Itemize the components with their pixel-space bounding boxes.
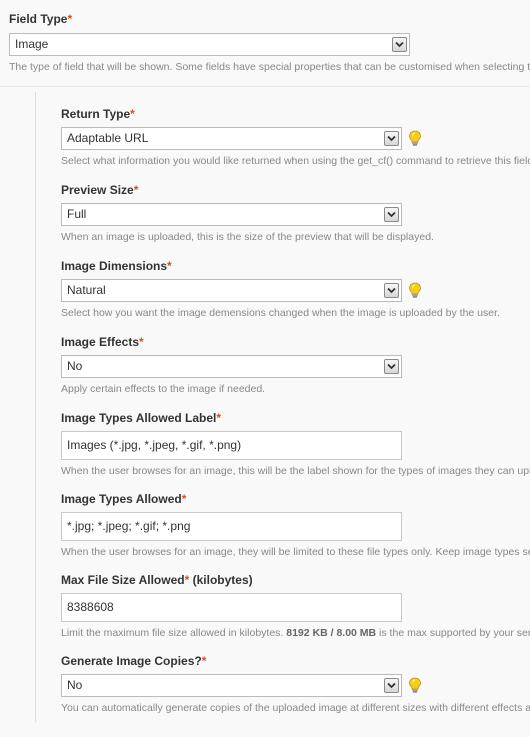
field-type-select-value: Image	[15, 37, 49, 51]
generate-image-copies-description: You can automatically generate copies of…	[61, 702, 530, 714]
return-type-select[interactable]: Adaptable URL	[61, 127, 402, 150]
image-types-allowed-description: When the user browses for an image, they…	[61, 546, 530, 558]
image-types-allowed-label-label: Image Types Allowed Label*	[61, 411, 530, 425]
required-mark: *	[181, 492, 187, 506]
chevron-down-icon[interactable]	[384, 359, 399, 374]
image-effects-label-text: Image Effects	[61, 335, 140, 349]
return-type-label-text: Return Type	[61, 107, 131, 121]
image-types-allowed-label-label-text: Image Types Allowed Label	[61, 411, 217, 425]
image-dimensions-description: Select how you want the image demensions…	[61, 307, 500, 319]
required-mark: *	[130, 107, 135, 121]
max-file-size-label-text: Max File Size Allowed	[61, 573, 185, 587]
field-type-label-text: Field Type	[9, 12, 68, 26]
required-mark: *	[167, 259, 172, 273]
generate-image-copies-select[interactable]: No	[61, 674, 402, 697]
image-field-settings: Return Type* Adaptable URL Select what i…	[35, 92, 530, 722]
image-types-allowed-label-text: Image Types Allowed	[61, 492, 182, 506]
max-file-size-field: Max File Size Allowed* (kilobytes) 83886…	[61, 573, 530, 639]
max-file-size-description-suffix: is the max supported by your server.	[379, 627, 530, 639]
image-types-allowed-label: Image Types Allowed*	[61, 492, 530, 506]
preview-size-select[interactable]: Full	[61, 203, 402, 226]
image-effects-select-value: No	[67, 359, 83, 373]
image-types-allowed-label-input[interactable]: Images (*.jpg, *.jpeg, *.gif, *.png)	[61, 431, 402, 460]
chevron-down-icon[interactable]	[384, 283, 399, 298]
field-type-description: The type of field that will be shown. So…	[9, 61, 530, 73]
field-type-section: Field Type* Image The type of field that…	[9, 12, 530, 73]
max-file-size-limit-value: 8192 KB / 8.00 MB	[286, 627, 377, 639]
max-file-size-description-text: Limit the maximum file size allowed in k…	[61, 627, 287, 639]
preview-size-description: When an image is uploaded, this is the s…	[61, 231, 434, 243]
field-type-select[interactable]: Image	[9, 33, 410, 56]
image-effects-field: Image Effects* No Apply certain effects …	[61, 335, 530, 395]
max-file-size-unit: (kilobytes)	[189, 573, 253, 587]
image-types-allowed-label-description: When the user browses for an image, this…	[61, 465, 530, 477]
image-dimensions-select[interactable]: Natural	[61, 279, 402, 302]
return-type-label: Return Type*	[61, 107, 530, 121]
chevron-down-icon[interactable]	[384, 678, 399, 693]
preview-size-label: Preview Size*	[61, 183, 530, 197]
required-mark: *	[139, 335, 144, 349]
max-file-size-input[interactable]: 8388608	[61, 593, 402, 622]
image-types-allowed-input[interactable]: *.jpg; *.jpeg; *.gif; *.png	[61, 512, 402, 541]
chevron-down-icon[interactable]	[384, 207, 399, 222]
image-dimensions-label-text: Image Dimensions	[61, 259, 168, 273]
lightbulb-icon[interactable]	[408, 282, 422, 299]
required-mark: *	[216, 411, 222, 425]
return-type-field: Return Type* Adaptable URL Select what i…	[61, 107, 530, 167]
image-dimensions-field: Image Dimensions* Natural Select how you…	[61, 259, 530, 319]
required-mark: *	[67, 12, 73, 26]
preview-size-field: Preview Size* Full When an image is uplo…	[61, 183, 530, 243]
generate-image-copies-label: Generate Image Copies?*	[61, 654, 530, 668]
image-dimensions-select-value: Natural	[67, 283, 106, 297]
image-dimensions-label: Image Dimensions*	[61, 259, 530, 273]
image-effects-select[interactable]: No	[61, 355, 402, 378]
image-effects-label: Image Effects*	[61, 335, 530, 349]
image-types-allowed-field: Image Types Allowed* *.jpg; *.jpeg; *.gi…	[61, 492, 530, 558]
chevron-down-icon[interactable]	[392, 37, 407, 52]
lightbulb-icon[interactable]	[408, 677, 422, 694]
generate-image-copies-label-text: Generate Image Copies?	[61, 654, 202, 668]
generate-image-copies-select-value: No	[67, 678, 83, 692]
chevron-down-icon[interactable]	[384, 131, 399, 146]
return-type-description: Select what information you would like r…	[61, 155, 530, 167]
return-type-select-value: Adaptable URL	[67, 131, 149, 145]
preview-size-select-value: Full	[67, 207, 87, 221]
image-effects-description: Apply certain effects to the image if ne…	[61, 383, 266, 395]
max-file-size-label: Max File Size Allowed* (kilobytes)	[61, 573, 530, 587]
preview-size-label-text: Preview Size	[61, 183, 134, 197]
lightbulb-icon[interactable]	[408, 130, 422, 147]
divider	[0, 86, 530, 87]
field-type-label: Field Type*	[9, 12, 530, 26]
required-mark: *	[133, 183, 139, 197]
required-mark: *	[201, 654, 207, 668]
max-file-size-description: Limit the maximum file size allowed in k…	[61, 627, 530, 639]
generate-image-copies-field: Generate Image Copies?* No You can autom…	[61, 654, 530, 714]
image-types-allowed-label-field: Image Types Allowed Label* Images (*.jpg…	[61, 411, 530, 477]
